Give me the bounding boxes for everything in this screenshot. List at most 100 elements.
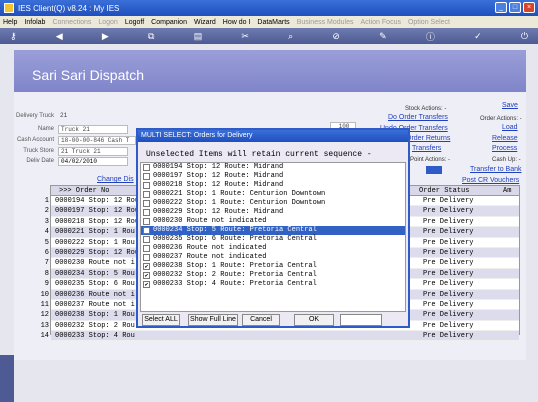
item-checkbox[interactable]: ✔ bbox=[143, 281, 150, 288]
list-item[interactable]: 0000230 Route not indicated bbox=[141, 217, 405, 226]
order-cell[interactable]: 0000194 Stop: 12 Rou bbox=[55, 197, 139, 205]
order-cell[interactable]: 0000236 Route not i bbox=[55, 291, 135, 299]
truck-store-field[interactable]: 21 Truck 21 bbox=[58, 147, 128, 156]
release-link[interactable]: Release bbox=[492, 135, 518, 142]
change-link[interactable]: Change Dis bbox=[97, 176, 134, 183]
row-number: 10 bbox=[40, 290, 49, 299]
load-link[interactable]: Load bbox=[502, 124, 518, 131]
menu-item-datamarts[interactable]: DataMarts bbox=[257, 19, 289, 26]
item-checkbox[interactable] bbox=[143, 209, 150, 216]
order-cell[interactable]: 0000232 Stop: 2 Rou bbox=[55, 322, 135, 330]
maximize-icon[interactable]: □ bbox=[509, 2, 521, 13]
ok-button[interactable]: OK bbox=[294, 314, 334, 326]
cash-account-label: Cash Account bbox=[16, 137, 54, 143]
order-returns-link[interactable]: Order Returns bbox=[406, 135, 450, 142]
menu-item-infolab[interactable]: Infolab bbox=[24, 19, 45, 26]
order-select-list[interactable]: 0000194 Stop: 12 Route: Midrand 0000197 S… bbox=[140, 162, 406, 312]
table-row[interactable]: 14 0000233 Stop: 4 Rou Pre Delivery bbox=[41, 331, 519, 342]
order-cell[interactable]: 0000238 Stop: 1 Rou bbox=[55, 311, 135, 319]
list-item[interactable]: ✔ 0000233 Stop: 4 Route: Pretoria Central bbox=[141, 280, 405, 289]
list-item[interactable]: 0000237 Route not indicated bbox=[141, 253, 405, 262]
list-item[interactable]: 0000197 Stop: 12 Route: Midrand bbox=[141, 172, 405, 181]
save-link[interactable]: Save bbox=[502, 102, 518, 109]
order-cell[interactable]: 0000197 Stop: 12 Rou bbox=[55, 207, 139, 215]
deliv-date-field[interactable]: 04/02/2010 bbox=[58, 157, 128, 166]
key-icon[interactable]: ⚷ bbox=[10, 31, 17, 42]
list-item[interactable]: ✔ 0000238 Stop: 1 Route: Pretoria Central bbox=[141, 262, 405, 271]
window-title: IES Client(Q) v8.24 : My IES bbox=[18, 3, 120, 13]
delivery-truck-label: Delivery Truck bbox=[15, 113, 54, 119]
delivery-truck-field[interactable]: 21 bbox=[58, 112, 128, 121]
item-checkbox[interactable] bbox=[143, 164, 150, 171]
menu-item-logoff[interactable]: Logoff bbox=[125, 19, 144, 26]
item-checkbox[interactable] bbox=[143, 245, 150, 252]
item-checkbox[interactable]: ✔ bbox=[143, 263, 150, 270]
edit-icon[interactable]: ✎ bbox=[379, 31, 387, 42]
list-item[interactable]: 0000221 Stop: 1 Route: Centurion Downtow… bbox=[141, 190, 405, 199]
paste-icon[interactable]: ▤ bbox=[194, 31, 203, 42]
list-item[interactable]: ✔ 0000234 Stop: 5 Route: Pretoria Central bbox=[141, 226, 405, 235]
back-icon[interactable]: ◀ bbox=[56, 31, 63, 42]
item-checkbox[interactable]: ✔ bbox=[143, 227, 150, 234]
stock-actions-label: Stock Actions: - bbox=[405, 106, 447, 112]
exit-icon[interactable]: ⏻ bbox=[521, 31, 528, 42]
info-icon[interactable]: ⓘ bbox=[426, 30, 435, 43]
list-item[interactable]: 0000218 Stop: 12 Route: Midrand bbox=[141, 181, 405, 190]
list-item[interactable]: 0000222 Stop: 1 Route: Centurion Downtow… bbox=[141, 199, 405, 208]
name-field[interactable]: Truck 21 bbox=[58, 125, 128, 134]
status-cell: Pre Delivery bbox=[423, 280, 474, 289]
menu-item-logon: Logon bbox=[98, 18, 118, 26]
close-icon[interactable]: × bbox=[523, 2, 535, 13]
cash-account-field[interactable]: 18-00-00-846 Cash T bbox=[58, 136, 136, 145]
item-checkbox[interactable] bbox=[143, 236, 150, 243]
minimize-icon[interactable]: _ bbox=[495, 2, 507, 13]
list-item[interactable]: ✔ 0000232 Stop: 2 Route: Pretoria Central bbox=[141, 271, 405, 280]
item-checkbox[interactable] bbox=[143, 254, 150, 261]
order-cell[interactable]: 0000218 Stop: 12 Rou bbox=[55, 218, 139, 226]
show-full-line-button[interactable]: Show Full Line bbox=[188, 314, 238, 326]
item-checkbox[interactable] bbox=[143, 182, 150, 189]
item-checkbox[interactable] bbox=[143, 173, 150, 180]
list-item[interactable]: 0000229 Stop: 12 Route: Midrand bbox=[141, 208, 405, 217]
item-checkbox[interactable] bbox=[143, 191, 150, 198]
list-item[interactable]: 0000235 Stop: 6 Route: Pretoria Central bbox=[141, 235, 405, 244]
list-item[interactable]: 0000194 Stop: 12 Route: Midrand bbox=[141, 163, 405, 172]
transfers-link[interactable]: Transfers bbox=[412, 145, 441, 152]
cancel-button[interactable]: Cancel bbox=[242, 314, 280, 326]
menu-item-wizard[interactable]: Wizard bbox=[194, 19, 216, 26]
clear-icon[interactable]: ⊘ bbox=[332, 31, 340, 42]
item-checkbox[interactable] bbox=[143, 200, 150, 207]
list-item[interactable]: 0000236 Route not indicated bbox=[141, 244, 405, 253]
item-checkbox[interactable] bbox=[143, 218, 150, 225]
order-cell[interactable]: 0000229 Stop: 12 Rou bbox=[55, 249, 139, 257]
process-link[interactable]: Process bbox=[492, 145, 517, 152]
transfer-to-bank-link[interactable]: Transfer to Bank bbox=[470, 166, 522, 173]
menu-item-help[interactable]: Help bbox=[3, 19, 17, 26]
list-item-label: 0000236 Route not indicated bbox=[153, 244, 267, 252]
forward-icon[interactable]: ▶ bbox=[102, 31, 109, 42]
order-cell[interactable]: 0000235 Stop: 6 Rou bbox=[55, 280, 135, 288]
col-order-header[interactable]: >>> Order No bbox=[59, 187, 109, 195]
order-cell[interactable]: 0000233 Stop: 4 Rou bbox=[55, 332, 135, 340]
order-cell[interactable]: 0000230 Route not i bbox=[55, 259, 135, 267]
select-all-button[interactable]: Select ALL bbox=[142, 314, 180, 326]
dialog-subtitle: Unselected Items will retain current seq… bbox=[146, 150, 372, 159]
order-cell[interactable]: 0000234 Stop: 5 Rou bbox=[55, 270, 135, 278]
post-cr-vouchers-link[interactable]: Post CR Vouchers bbox=[462, 177, 519, 184]
cut-icon[interactable]: ✂ bbox=[241, 31, 249, 42]
do-order-transfers-link[interactable]: Do Order Transfers bbox=[388, 114, 448, 121]
menu-item-companion[interactable]: Companion bbox=[151, 19, 187, 26]
status-cell: Pre Delivery bbox=[423, 259, 474, 268]
filter-input[interactable] bbox=[340, 314, 382, 326]
accept-icon[interactable]: ✓ bbox=[474, 31, 482, 42]
item-checkbox[interactable]: ✔ bbox=[143, 272, 150, 279]
copy-icon[interactable]: ⧉ bbox=[148, 31, 154, 42]
col-status-header[interactable]: Order Status bbox=[419, 187, 469, 195]
order-cell[interactable]: 0000222 Stop: 1 Rou bbox=[55, 239, 135, 247]
menu-item-how-do-i[interactable]: How do I bbox=[223, 19, 251, 26]
col-am-header[interactable]: Am bbox=[503, 187, 511, 195]
order-cell[interactable]: 0000237 Route not i bbox=[55, 301, 135, 309]
find-icon[interactable]: ⌕ bbox=[288, 31, 293, 42]
status-cell: Pre Delivery bbox=[423, 332, 474, 341]
order-cell[interactable]: 0000221 Stop: 1 Rou bbox=[55, 228, 135, 236]
